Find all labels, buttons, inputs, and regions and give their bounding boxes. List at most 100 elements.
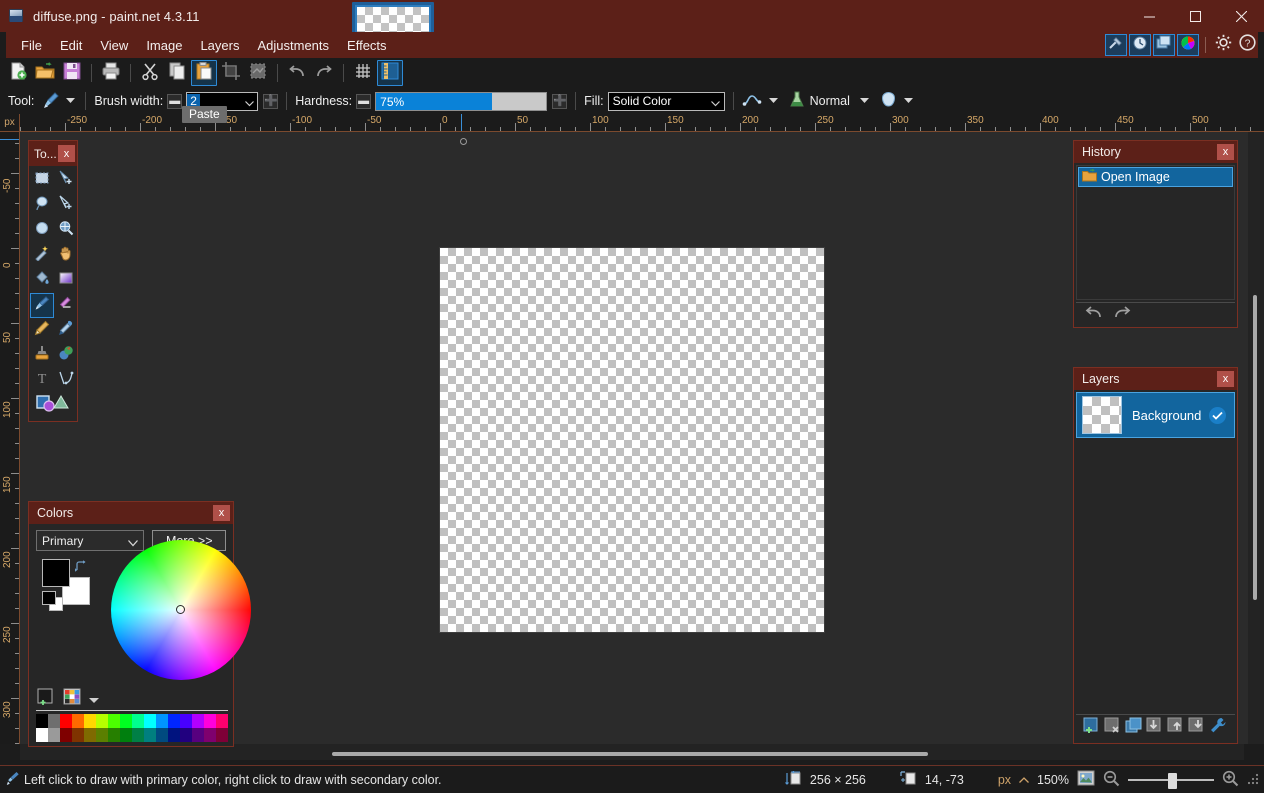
palette-swatch[interactable] bbox=[180, 714, 192, 728]
hardness-slider[interactable]: 75% bbox=[375, 91, 548, 111]
tool-zoom[interactable] bbox=[54, 218, 78, 243]
print-button[interactable] bbox=[98, 60, 124, 86]
colors-panel-close-button[interactable]: x bbox=[213, 505, 230, 521]
blend-mode-value[interactable]: Normal bbox=[810, 94, 850, 108]
move-layer-down-button[interactable] bbox=[1187, 717, 1207, 738]
menu-view[interactable]: View bbox=[91, 35, 137, 56]
menu-file[interactable]: File bbox=[12, 35, 51, 56]
undo-button[interactable] bbox=[284, 60, 310, 86]
zoom-out-icon[interactable] bbox=[1103, 770, 1120, 790]
palette-swatch[interactable] bbox=[180, 728, 192, 742]
tool-pan[interactable] bbox=[54, 243, 78, 268]
palette-swatch[interactable] bbox=[216, 728, 228, 742]
move-layer-up-button[interactable] bbox=[1166, 717, 1186, 738]
toggle-tools-window[interactable] bbox=[1105, 34, 1127, 56]
primary-color-swatch[interactable] bbox=[42, 559, 70, 587]
blend-flask-icon[interactable] bbox=[789, 91, 805, 111]
redo-button[interactable] bbox=[311, 60, 337, 86]
palette-swatch[interactable] bbox=[96, 728, 108, 742]
palette-swatch[interactable] bbox=[48, 714, 60, 728]
fit-to-window-icon[interactable] bbox=[1077, 770, 1095, 789]
palette-swatch[interactable] bbox=[156, 728, 168, 742]
new-button[interactable] bbox=[5, 60, 31, 86]
tool-dropdown-caret[interactable] bbox=[64, 95, 77, 108]
palette-swatch[interactable] bbox=[204, 728, 216, 742]
palette-swatch[interactable] bbox=[36, 728, 48, 742]
antialiasing-dropdown-caret[interactable] bbox=[767, 95, 780, 108]
hardness-decrease-button[interactable]: ▬ bbox=[356, 93, 372, 109]
history-panel-close-button[interactable]: x bbox=[1217, 144, 1234, 160]
palette-swatch[interactable] bbox=[84, 728, 96, 742]
palette-swatch[interactable] bbox=[168, 728, 180, 742]
history-undo-button[interactable] bbox=[1085, 305, 1103, 325]
layer-visibility-checkbox[interactable] bbox=[1209, 407, 1226, 424]
add-color-icon[interactable] bbox=[37, 688, 57, 711]
merge-layer-down-button[interactable] bbox=[1145, 717, 1165, 738]
menu-effects[interactable]: Effects bbox=[338, 35, 396, 56]
paste-button[interactable] bbox=[191, 60, 217, 86]
palette-swatch[interactable] bbox=[144, 714, 156, 728]
palette-swatch[interactable] bbox=[216, 714, 228, 728]
palette-swatch[interactable] bbox=[156, 714, 168, 728]
tool-text[interactable]: T bbox=[30, 368, 54, 393]
palette-dropdown-caret[interactable] bbox=[89, 691, 99, 709]
swap-colors-icon[interactable] bbox=[74, 559, 88, 573]
chevron-up-icon[interactable] bbox=[1019, 773, 1029, 787]
delete-layer-button[interactable] bbox=[1103, 717, 1123, 738]
close-button[interactable] bbox=[1218, 0, 1264, 32]
paintbrush-icon[interactable] bbox=[42, 91, 60, 112]
duplicate-layer-button[interactable] bbox=[1124, 717, 1144, 738]
palette-swatch[interactable] bbox=[120, 714, 132, 728]
resize-grip-icon[interactable] bbox=[1247, 772, 1260, 788]
cut-button[interactable] bbox=[137, 60, 163, 86]
unit-label[interactable]: px bbox=[998, 773, 1011, 787]
horizontal-scrollbar-thumb[interactable] bbox=[332, 752, 928, 756]
tools-panel-close-button[interactable]: x bbox=[58, 145, 75, 162]
canvas-rotate-handle[interactable] bbox=[460, 138, 467, 145]
palette-swatch[interactable] bbox=[132, 728, 144, 742]
open-button[interactable] bbox=[32, 60, 58, 86]
tools-panel-header[interactable]: To... x bbox=[29, 141, 77, 166]
layers-panel-close-button[interactable]: x bbox=[1217, 371, 1234, 387]
help-button[interactable]: ? bbox=[1236, 34, 1258, 56]
copy-button[interactable] bbox=[164, 60, 190, 86]
tool-recolor[interactable] bbox=[54, 343, 78, 368]
reset-colors-primary[interactable] bbox=[42, 591, 56, 605]
palette-swatch[interactable] bbox=[120, 728, 132, 742]
layer-list[interactable]: Background bbox=[1074, 390, 1237, 440]
vertical-scrollbar-thumb[interactable] bbox=[1253, 295, 1257, 600]
vertical-ruler[interactable]: -50 0 50 100 150 200 250 300 bbox=[0, 132, 20, 744]
tool-paint-bucket[interactable] bbox=[30, 268, 54, 293]
tool-ellipse-select[interactable] bbox=[30, 218, 54, 243]
tool-magic-wand[interactable] bbox=[30, 243, 54, 268]
sampling-dropdown-caret[interactable] bbox=[902, 95, 915, 108]
tool-rectangle-select[interactable] bbox=[30, 168, 54, 193]
palette-swatch[interactable] bbox=[36, 714, 48, 728]
antialiasing-icon[interactable] bbox=[742, 93, 762, 110]
palette-swatch[interactable] bbox=[72, 728, 84, 742]
zoom-in-icon[interactable] bbox=[1222, 770, 1239, 790]
pixel-grid-button[interactable] bbox=[350, 60, 376, 86]
toggle-history-window[interactable] bbox=[1129, 34, 1151, 56]
layer-properties-button[interactable] bbox=[1208, 717, 1228, 738]
tool-move-selected[interactable] bbox=[54, 168, 78, 193]
color-wheel-cursor[interactable] bbox=[176, 605, 185, 614]
history-redo-button[interactable] bbox=[1113, 305, 1131, 325]
menu-layers[interactable]: Layers bbox=[191, 35, 248, 56]
settings-button[interactable] bbox=[1212, 34, 1234, 56]
brush-width-increase-button[interactable]: ➕ bbox=[263, 93, 279, 109]
tool-eraser[interactable] bbox=[54, 293, 78, 318]
layers-panel-header[interactable]: Layers x bbox=[1074, 368, 1237, 390]
tool-shapes[interactable] bbox=[30, 393, 78, 418]
tool-lasso-select[interactable] bbox=[30, 193, 54, 218]
toggle-layers-window[interactable] bbox=[1153, 34, 1175, 56]
image-canvas[interactable] bbox=[440, 248, 824, 632]
chevron-down-icon[interactable] bbox=[245, 96, 255, 110]
color-target-dropdown[interactable]: Primary bbox=[36, 530, 145, 551]
zoom-slider[interactable] bbox=[1128, 772, 1214, 789]
palette-icon[interactable] bbox=[63, 688, 83, 711]
tool-color-picker[interactable] bbox=[54, 318, 78, 343]
zoom-slider-thumb[interactable] bbox=[1168, 772, 1177, 789]
history-list[interactable]: Open Image bbox=[1076, 165, 1235, 300]
palette-swatch[interactable] bbox=[84, 714, 96, 728]
